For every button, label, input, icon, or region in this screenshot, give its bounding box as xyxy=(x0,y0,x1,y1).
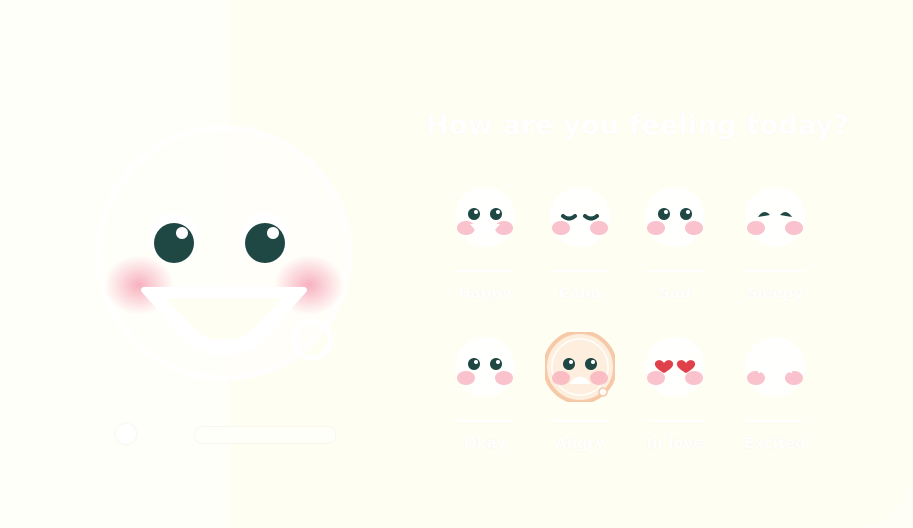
mood-underline xyxy=(550,270,610,272)
mood-card: How are you feeling today? Happy Calm Sa… xyxy=(0,0,913,528)
slider-knob[interactable] xyxy=(116,424,136,444)
mood-option-okay[interactable]: Okay xyxy=(440,332,530,452)
mood-label: Angry xyxy=(554,434,606,452)
mood-grid: Happy Calm Sad Sleepy Okay Angry In love… xyxy=(440,182,840,482)
mood-underline xyxy=(645,420,705,422)
intensity-slider[interactable] xyxy=(112,420,336,448)
mood-option-sad[interactable]: Sad xyxy=(630,182,720,302)
mood-face-icon xyxy=(745,337,805,397)
mood-underline xyxy=(550,420,610,422)
mood-label: Sad xyxy=(659,284,691,302)
mood-label: Okay xyxy=(463,434,507,452)
mood-option-sleepy[interactable]: Sleepy xyxy=(730,182,820,302)
mood-label: Calm xyxy=(559,284,601,302)
mood-face-icon xyxy=(745,187,805,247)
mood-option-calm[interactable]: Calm xyxy=(535,182,625,302)
mood-option-happy[interactable]: Happy xyxy=(440,182,530,302)
mood-label: Excited xyxy=(743,434,807,452)
mood-underline xyxy=(455,420,515,422)
mood-face-icon xyxy=(455,337,515,397)
mood-label: In love xyxy=(646,434,704,452)
slider-track[interactable] xyxy=(194,426,336,444)
mood-underline xyxy=(645,270,705,272)
mood-face-icon xyxy=(455,187,515,247)
mood-face-icon xyxy=(645,337,705,397)
mood-face-icon xyxy=(645,187,705,247)
mood-label: Sleepy xyxy=(746,284,804,302)
mood-question: How are you feeling today? xyxy=(426,110,850,141)
mood-underline xyxy=(455,270,515,272)
mood-option-angry[interactable]: Angry xyxy=(535,332,625,452)
mood-option-excited[interactable]: Excited xyxy=(730,332,820,452)
mood-face-icon xyxy=(550,187,610,247)
mood-underline xyxy=(745,420,805,422)
mood-option-in-love[interactable]: In love xyxy=(630,332,720,452)
mood-underline xyxy=(745,270,805,272)
mood-face-icon xyxy=(545,332,615,402)
mood-label: Happy xyxy=(458,284,512,302)
selected-mood-face xyxy=(96,125,352,381)
